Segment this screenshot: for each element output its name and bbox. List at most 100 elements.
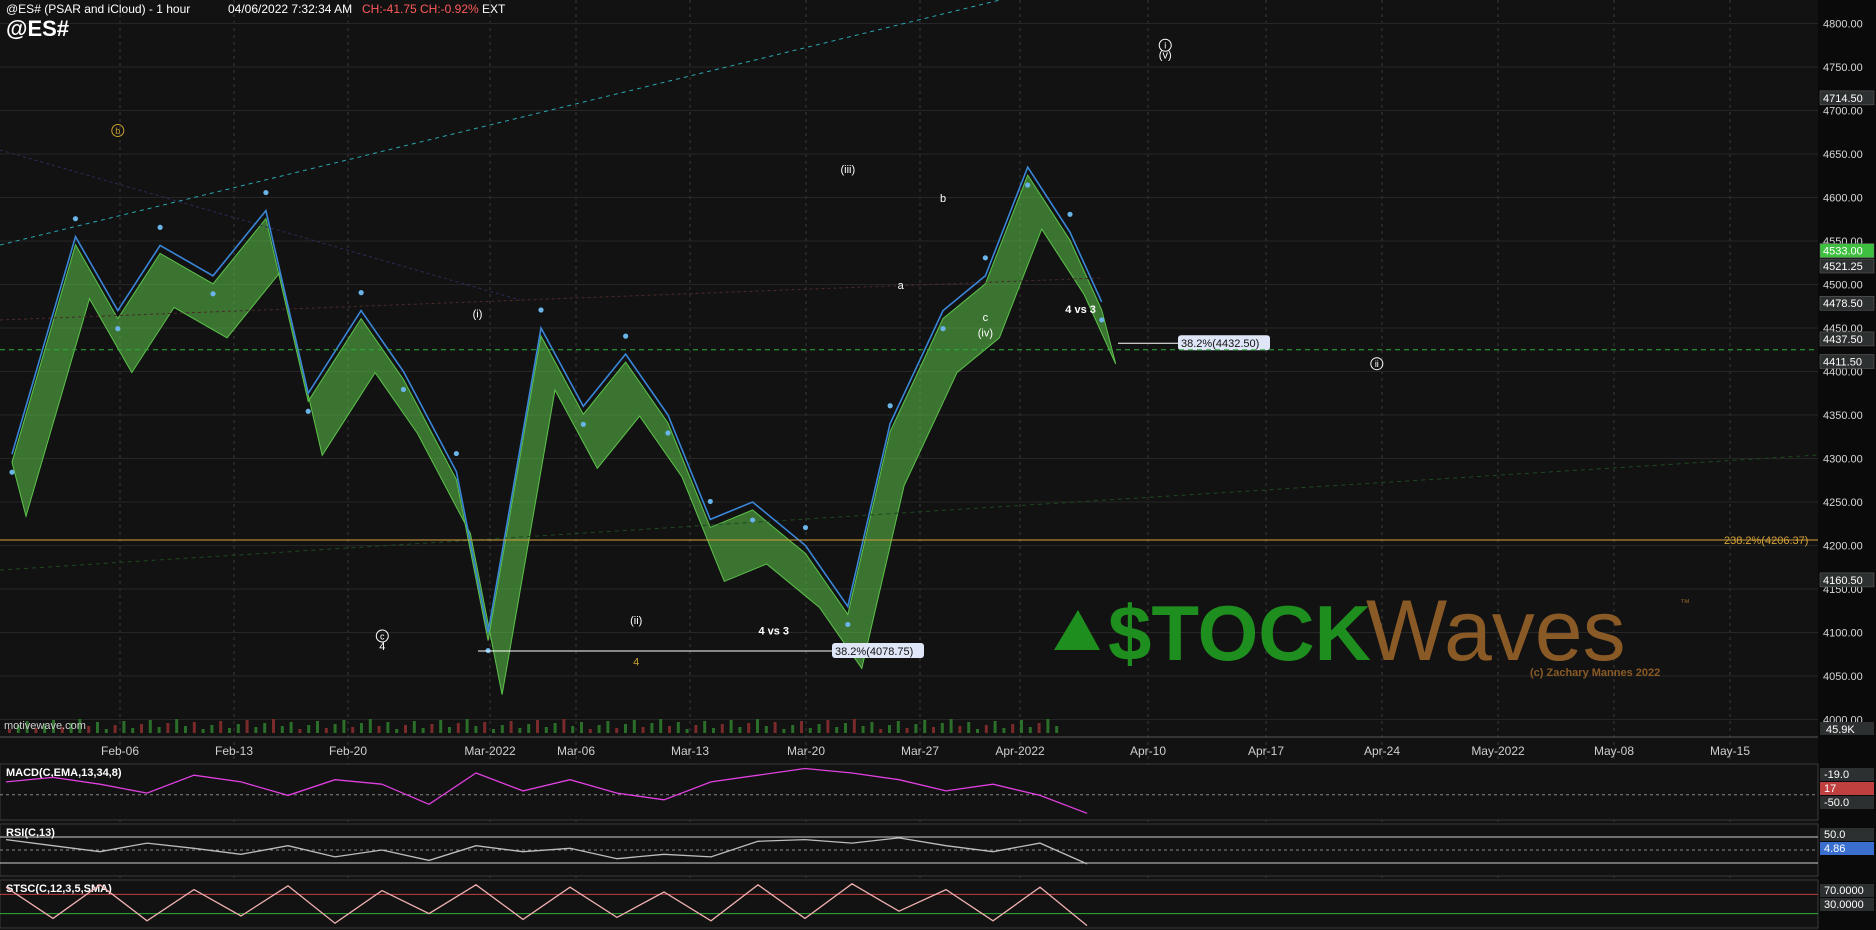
logo-copyright: (c) Zachary Mannes 2022	[1530, 667, 1660, 679]
indicator-tag: 4.86	[1824, 843, 1845, 855]
volume-bar	[808, 728, 812, 733]
price-tag: 4478.50	[1823, 298, 1863, 310]
price-tick: 4300.00	[1823, 454, 1863, 466]
volume-bar	[465, 719, 469, 733]
volume-bar	[104, 729, 108, 733]
volume-bar	[140, 724, 143, 733]
date-tick: Feb-06	[101, 744, 139, 758]
change: CH:-41.75	[362, 2, 417, 16]
volume-bar	[1011, 724, 1015, 733]
volume-bar	[333, 724, 337, 733]
wave-label: (ii)	[630, 615, 642, 627]
wave-label: 4	[379, 641, 385, 653]
change-percent: CH:-0.92%	[420, 2, 479, 16]
volume-bar	[184, 726, 187, 733]
volume-bar	[650, 723, 654, 733]
volume-bar	[474, 726, 478, 733]
volume-bar	[580, 722, 583, 733]
volume-bar	[1020, 720, 1023, 733]
price-tick: 4200.00	[1823, 541, 1863, 553]
volume-bar	[342, 720, 346, 733]
psar-dot	[623, 333, 629, 339]
volume-bar	[368, 719, 372, 733]
date-tick: Apr-24	[1364, 744, 1400, 758]
volume-bar	[298, 729, 302, 733]
logo-tm: ™	[1680, 598, 1690, 609]
fib-tag-4078: 38.2%(4078.75)	[835, 646, 913, 658]
volume-bar	[676, 722, 680, 733]
volume-bar	[448, 727, 451, 733]
volume-bar	[553, 723, 557, 733]
volume-bar	[747, 723, 751, 733]
volume-bar	[263, 723, 267, 733]
volume-bar	[588, 729, 592, 733]
volume-bar	[421, 728, 425, 733]
indicator-panels: MACD(C,EMA,13,34,8) -19.017-50.0RSI(C,13)…	[0, 763, 1874, 929]
volume-bar	[967, 722, 971, 733]
psar-dot	[982, 255, 988, 261]
circled-wave-label: i	[1164, 41, 1166, 51]
indicator-tag: -50.0	[1824, 797, 1849, 809]
volume-bar	[659, 719, 663, 733]
volume-bar	[289, 722, 293, 733]
price-tick: 4600.00	[1823, 193, 1863, 205]
chart-canvas: 38.2%(4432.50) 38.2%(4078.75) 238.2%(4206.…	[0, 0, 1876, 930]
volume-bar	[694, 725, 698, 733]
volume-bar	[597, 725, 601, 733]
volume-bar	[307, 725, 311, 733]
volume-bar	[976, 729, 979, 733]
wave-label: c	[983, 312, 989, 324]
price-tick: 4800.00	[1823, 18, 1863, 30]
volume-bar	[888, 725, 891, 733]
volume-bar	[351, 727, 355, 733]
indicator-tag: 17	[1824, 783, 1836, 795]
date-tick: May-2022	[1471, 744, 1525, 758]
date-tick: Feb-13	[215, 744, 253, 758]
volume-bar	[940, 723, 944, 733]
indicator-tag: 70.0000	[1824, 885, 1864, 897]
date-tick: Apr-2022	[995, 744, 1045, 758]
volume-bar	[324, 728, 328, 733]
date-tick: Apr-17	[1248, 744, 1284, 758]
volume-bar	[377, 726, 381, 733]
volume-bar	[254, 727, 258, 733]
indicator-tag: 30.0000	[1824, 899, 1864, 911]
circled-wave-label: b	[115, 126, 120, 136]
volume-bar	[360, 723, 363, 733]
wave-label: 4	[633, 657, 639, 669]
price-tick: 4500.00	[1823, 280, 1863, 292]
psar-dot	[665, 430, 671, 436]
volume-bar	[817, 724, 821, 733]
volume-bar	[316, 721, 319, 733]
volume-bar	[1028, 727, 1032, 733]
volume-bar	[905, 728, 909, 733]
price-tick: 4750.00	[1823, 62, 1863, 74]
wave-label: 4 vs 3	[758, 625, 789, 637]
indicator-label: STSC(C,12,3,5,SMA)	[6, 883, 112, 895]
date-tick: Mar-13	[671, 744, 709, 758]
volume-bar	[166, 723, 170, 733]
volume-bar	[729, 720, 733, 733]
volume-bar	[896, 721, 900, 733]
date-tick: Apr-10	[1130, 744, 1166, 758]
psar-dot	[1099, 317, 1105, 323]
volume-bar	[430, 724, 434, 733]
watermark: motivewave.com	[4, 720, 86, 732]
volume-bar	[712, 728, 715, 733]
indicator-label: MACD(C,EMA,13,34,8)	[6, 767, 122, 779]
date-tick: Mar-2022	[464, 744, 516, 758]
circled-wave-label: c	[380, 632, 385, 642]
price-tag: 4521.25	[1823, 261, 1863, 273]
price-tick: 4250.00	[1823, 497, 1863, 509]
psar-dot	[707, 498, 713, 505]
volume-bar	[800, 721, 803, 733]
price-tag: 4437.50	[1823, 334, 1863, 346]
volume-bar	[439, 720, 443, 733]
volume-bar	[113, 725, 117, 733]
psar-dot	[453, 450, 459, 457]
date-tick: Feb-20	[329, 744, 367, 758]
psar-dot	[940, 326, 946, 332]
volume-bar	[228, 728, 231, 733]
fib-tag-4432: 38.2%(4432.50)	[1181, 338, 1259, 350]
volume-bar	[949, 719, 953, 733]
